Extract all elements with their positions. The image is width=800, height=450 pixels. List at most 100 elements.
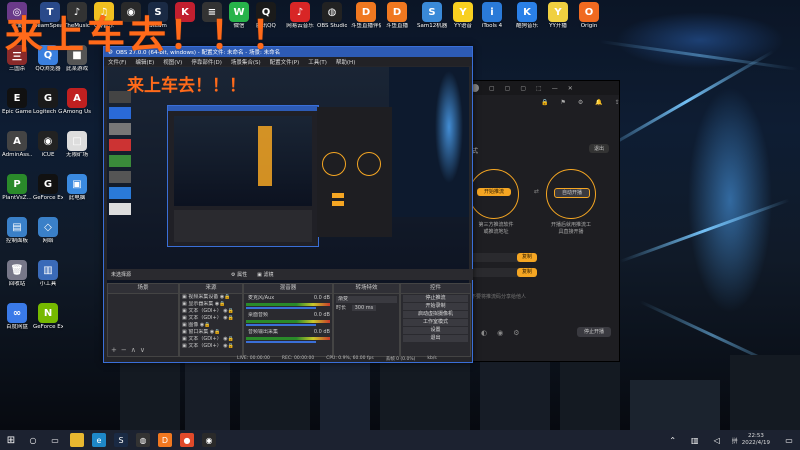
settings-icon[interactable]: ⚙ bbox=[513, 329, 519, 337]
desktop-icon[interactable]: P PlantVsZ... bbox=[2, 174, 32, 202]
source-item[interactable]: ▣ 文本（GDI+） ◉🔒 bbox=[180, 315, 242, 322]
duration-input[interactable]: 300 ms bbox=[351, 305, 377, 311]
task-view-icon[interactable]: ▭ bbox=[48, 433, 62, 447]
source-item[interactable]: ▣ 文本（GDI+） ◉🔒 bbox=[180, 336, 242, 343]
copy-key-button[interactable]: 复制 bbox=[517, 268, 537, 277]
visibility-icon[interactable]: ◉🔒 bbox=[218, 294, 231, 300]
desktop-icon[interactable]: ∞ 百度网盘 bbox=[2, 303, 32, 331]
obs-menu-item[interactable]: 帮助(H) bbox=[336, 58, 355, 66]
desktop-icon[interactable]: ▥ 小工具 bbox=[33, 260, 63, 288]
visibility-icon[interactable]: ◉🔒 bbox=[213, 301, 226, 307]
control-button[interactable]: 开始录制 bbox=[403, 303, 468, 310]
desktop-icon[interactable]: Y YY语音 bbox=[448, 2, 478, 30]
desktop-icon[interactable]: NGeForce Experience bbox=[33, 303, 63, 331]
exit-button[interactable]: 退出 bbox=[588, 144, 609, 153]
network-icon[interactable]: ▥ bbox=[688, 433, 702, 447]
desktop-icon[interactable]: EEpic Games Launcher bbox=[2, 88, 32, 116]
lock-icon[interactable]: 🔒 bbox=[541, 99, 548, 106]
window-control-icon[interactable]: ▢ bbox=[489, 85, 495, 92]
transition-select[interactable]: 渐变 bbox=[336, 296, 397, 303]
app-taskbar-icon[interactable]: ◉ bbox=[202, 433, 216, 447]
desktop-icon[interactable]: D 斗鱼直播 bbox=[382, 2, 412, 30]
window-control-icon[interactable]: ▢ bbox=[505, 85, 511, 92]
notification-icon[interactable]: ▭ bbox=[782, 433, 796, 447]
obs-window[interactable]: ◍ OBS 27.0.0 (64-bit, windows) - 配置文件: 未… bbox=[103, 46, 473, 363]
window-control-icon[interactable]: ⬚ bbox=[536, 85, 542, 92]
app-icon: K bbox=[517, 2, 537, 22]
control-button[interactable]: 停止推流 bbox=[403, 295, 468, 302]
eye-icon[interactable]: ◉ bbox=[497, 329, 503, 337]
desktop-icon[interactable]: i iTools 4 bbox=[477, 2, 507, 30]
douyu-icon[interactable]: D bbox=[158, 433, 172, 447]
desktop-icon[interactable]: 🗑 回收站 bbox=[2, 260, 32, 288]
source-item[interactable]: ▣ 显示器采集 ◉🔒 bbox=[180, 301, 242, 308]
ime-indicator[interactable]: 拼 bbox=[732, 436, 738, 445]
source-item[interactable]: ▣ 图像 ◉🔒 bbox=[180, 322, 242, 329]
tray-icon[interactable]: ⌃ bbox=[666, 433, 680, 447]
desktop-icon[interactable]: □ 无限矿场 bbox=[62, 131, 92, 159]
scene-controls[interactable]: +−∧∨ bbox=[111, 346, 149, 354]
control-button[interactable]: 设置 bbox=[403, 327, 468, 334]
visibility-icon[interactable]: ◉🔒 bbox=[208, 329, 221, 335]
volume-icon[interactable]: ◁ bbox=[710, 433, 724, 447]
visibility-icon[interactable]: ◉🔒 bbox=[222, 308, 234, 314]
auto-start-button[interactable]: 自动开播 bbox=[554, 188, 590, 198]
tool-icon[interactable]: ⚙ bbox=[578, 99, 583, 106]
source-item[interactable]: ▣ 视频采集设备 ◉🔒 bbox=[180, 294, 242, 301]
desktop-icon[interactable]: GGeForce Experience bbox=[33, 174, 63, 202]
visibility-icon[interactable]: ◉🔒 bbox=[222, 315, 234, 321]
window-control-icon[interactable]: ▢ bbox=[520, 85, 526, 92]
control-button[interactable]: 工作室模式 bbox=[403, 319, 468, 326]
copy-url-button[interactable]: 复制 bbox=[517, 253, 537, 262]
visibility-icon[interactable]: ◉🔒 bbox=[198, 322, 211, 328]
desktop-icon[interactable]: Y YY开播 bbox=[543, 2, 573, 30]
source-item[interactable]: ▣ 窗口采集 ◉🔒 bbox=[180, 329, 242, 336]
share-icon[interactable]: ⇪ bbox=[615, 99, 620, 106]
desktop-icon[interactable]: S Sam12机器 bbox=[417, 2, 447, 30]
visibility-icon[interactable]: ◉🔒 bbox=[222, 343, 234, 349]
volume-slider[interactable] bbox=[246, 307, 316, 309]
bell-icon[interactable]: 🔔 bbox=[595, 99, 602, 106]
mode-card-push[interactable]: 开始推流 bbox=[469, 169, 519, 219]
desktop-icon[interactable]: O Origin bbox=[574, 2, 604, 30]
tab-properties[interactable]: ⚙ 属性 bbox=[231, 271, 247, 278]
mode-card-auto[interactable]: 自动开播 bbox=[546, 169, 596, 219]
start-push-button[interactable]: 开始推流 bbox=[477, 188, 511, 196]
source-item[interactable]: ▣ 文本（GDI+） ◉🔒 bbox=[180, 343, 242, 350]
file-explorer-icon[interactable] bbox=[70, 433, 84, 447]
desktop-icon[interactable]: ◇ 网络 bbox=[33, 217, 63, 245]
start-menu-icon[interactable]: ⊞ bbox=[4, 433, 18, 447]
desktop-icon[interactable]: ◉ iCUE bbox=[33, 131, 63, 159]
minimize-icon[interactable]: — bbox=[552, 85, 558, 92]
control-button[interactable]: 启动虚拟摄像机 bbox=[403, 311, 468, 318]
overlay-text: 来上车去！！！ bbox=[5, 13, 293, 57]
edge-icon[interactable]: e bbox=[92, 433, 106, 447]
desktop-icon[interactable]: A Among Us bbox=[62, 88, 92, 116]
desktop-icon[interactable]: D 斗鱼直播伴侣 bbox=[351, 2, 381, 30]
desktop-icon[interactable]: A AdminAss... bbox=[2, 131, 32, 159]
visibility-icon[interactable]: ◉🔒 bbox=[222, 336, 234, 342]
streaming-app-window[interactable]: ▢ ▢ ▢ ⬚ — ✕ 🔒 ⚑ ⚙ 🔔 ⇪ 模式 退出 开始推流 第三方推流软件… bbox=[460, 80, 620, 362]
stop-stream-button[interactable]: 停止开播 bbox=[577, 327, 611, 337]
chrome-taskbar-icon[interactable]: ● bbox=[180, 433, 194, 447]
building bbox=[630, 380, 720, 430]
flag-icon[interactable]: ⚑ bbox=[560, 99, 565, 106]
steam-icon[interactable]: S bbox=[114, 433, 128, 447]
search-icon[interactable]: ○ bbox=[26, 433, 40, 447]
desktop-icon[interactable]: ◍ OBS Studio bbox=[317, 2, 347, 30]
obs-taskbar-icon[interactable]: ◍ bbox=[136, 433, 150, 447]
control-button[interactable]: 退出 bbox=[403, 335, 468, 342]
mixer-level: 0.0 dB bbox=[313, 295, 330, 301]
close-icon[interactable]: ✕ bbox=[568, 85, 573, 92]
volume-slider[interactable] bbox=[246, 324, 316, 326]
tab-filters[interactable]: ▣ 滤镜 bbox=[257, 271, 273, 278]
desktop-icon[interactable]: ▣ 此电脑 bbox=[62, 174, 92, 202]
volume-slider[interactable] bbox=[246, 341, 316, 343]
desktop-icon[interactable]: GLogitech G HUB bbox=[33, 88, 63, 116]
desktop-icon[interactable]: ▤ 控制面板 bbox=[2, 217, 32, 245]
clock[interactable]: 22:53 2022/4/19 bbox=[742, 433, 770, 447]
mic-icon[interactable]: ◐ bbox=[481, 329, 487, 337]
source-item[interactable]: ▣ 文本（GDI+） ◉🔒 bbox=[180, 308, 242, 315]
obs-menu-item[interactable]: 工具(T) bbox=[308, 58, 327, 66]
desktop-icon[interactable]: K 酷狗音乐 bbox=[512, 2, 542, 30]
